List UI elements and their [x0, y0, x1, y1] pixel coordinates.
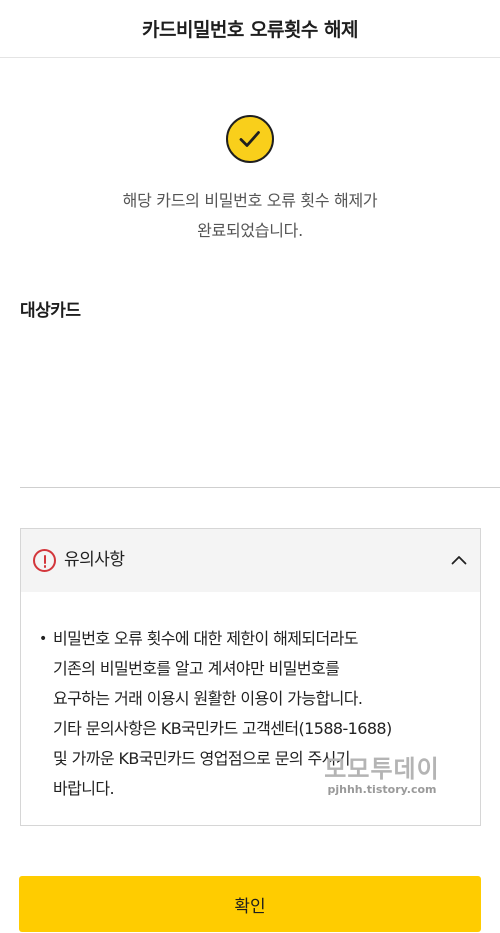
- checkmark-icon: [239, 131, 260, 147]
- check-circle-icon: [226, 115, 274, 163]
- notice-body: • 비밀번호 오류 횟수에 대한 제한이 해제되더라도 기존의 비밀번호를 알고…: [39, 624, 469, 804]
- notice-text: 비밀번호 오류 횟수에 대한 제한이 해제되더라도 기존의 비밀번호를 알고 계…: [53, 624, 392, 804]
- info-icon: [33, 549, 56, 572]
- success-message: 해당 카드의 비밀번호 오류 횟수 해제가 완료되었습니다.: [0, 186, 500, 246]
- success-message-line-1: 해당 카드의 비밀번호 오류 횟수 해제가: [122, 191, 378, 210]
- notice-title: 유의사항: [64, 550, 125, 570]
- notice-header-toggle[interactable]: 유의사항: [21, 529, 480, 592]
- notice-line: 비밀번호 오류 횟수에 대한 제한이 해제되더라도: [53, 629, 358, 648]
- notice-line: 및 가까운 KB국민카드 영업점으로 문의 주시기: [53, 749, 350, 768]
- notice-line: 바랍니다.: [53, 779, 115, 798]
- notice-line: 기타 문의사항은 KB국민카드 고객센터(1588-1688): [53, 719, 392, 738]
- page-title: 카드비밀번호 오류횟수 해제: [142, 19, 359, 41]
- chevron-up-icon[interactable]: [451, 554, 467, 566]
- notice-line: 요구하는 거래 이용시 원활한 이용이 가능합니다.: [53, 689, 363, 708]
- target-card-label: 대상카드: [20, 301, 81, 321]
- success-message-line-2: 완료되었습니다.: [197, 221, 303, 240]
- section-divider: [20, 487, 500, 488]
- bullet-mark: •: [39, 631, 47, 647]
- header: 카드비밀번호 오류횟수 해제: [0, 0, 500, 58]
- notice-bullet-item: • 비밀번호 오류 횟수에 대한 제한이 해제되더라도 기존의 비밀번호를 알고…: [39, 624, 469, 804]
- notice-line: 기존의 비밀번호를 알고 계셔야만 비밀번호를: [53, 659, 340, 678]
- notice-panel: 유의사항 • 비밀번호 오류 횟수에 대한 제한이 해제되더라도 기존의 비밀번…: [20, 528, 481, 826]
- confirm-button[interactable]: 확인: [19, 876, 481, 932]
